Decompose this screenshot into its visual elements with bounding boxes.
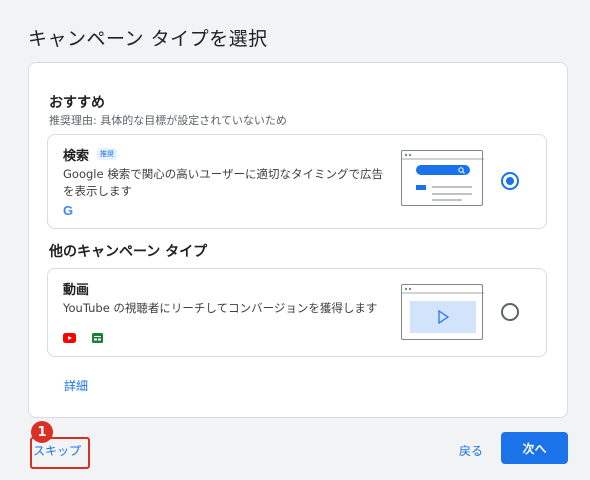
- display-icon: [92, 328, 103, 347]
- radio-video[interactable]: [501, 303, 519, 321]
- youtube-icon: [63, 328, 76, 347]
- campaign-card-video[interactable]: 動画 YouTube の視聴者にリーチしてコンバージョンを獲得します: [47, 268, 547, 357]
- radio-search[interactable]: [501, 172, 519, 190]
- card-description-search: Google 検索で関心の高いユーザーに適切なタイミングで広告を表示します: [63, 167, 383, 198]
- recommended-heading: おすすめ: [49, 95, 105, 111]
- next-button[interactable]: 次へ: [501, 432, 568, 464]
- back-button[interactable]: 戻る: [459, 442, 483, 459]
- card-description-video: YouTube の視聴者にリーチしてコンバージョンを獲得します: [63, 301, 378, 315]
- annotation-number-badge: 1: [31, 421, 53, 443]
- recommended-reason: 推奨理由: 具体的な目標が設定されていないため: [49, 114, 287, 127]
- campaign-card-search[interactable]: 検索 推奨 Google 検索で関心の高いユーザーに適切なタイミングで広告を表示…: [47, 134, 547, 229]
- campaign-type-panel: おすすめ 推奨理由: 具体的な目標が設定されていないため 検索 推奨 Googl…: [28, 62, 568, 418]
- details-link[interactable]: 詳細: [64, 377, 88, 394]
- recommended-badge: 推奨: [97, 148, 117, 160]
- card-title-video: 動画: [63, 283, 90, 298]
- video-illustration: [401, 284, 484, 340]
- dialog-title: キャンペーン タイプを選択: [28, 28, 268, 50]
- google-g-icon: G: [63, 203, 74, 218]
- other-types-heading: 他のキャンペーン タイプ: [49, 244, 208, 260]
- search-illustration: [401, 150, 484, 206]
- card-title-search: 検索: [63, 149, 90, 164]
